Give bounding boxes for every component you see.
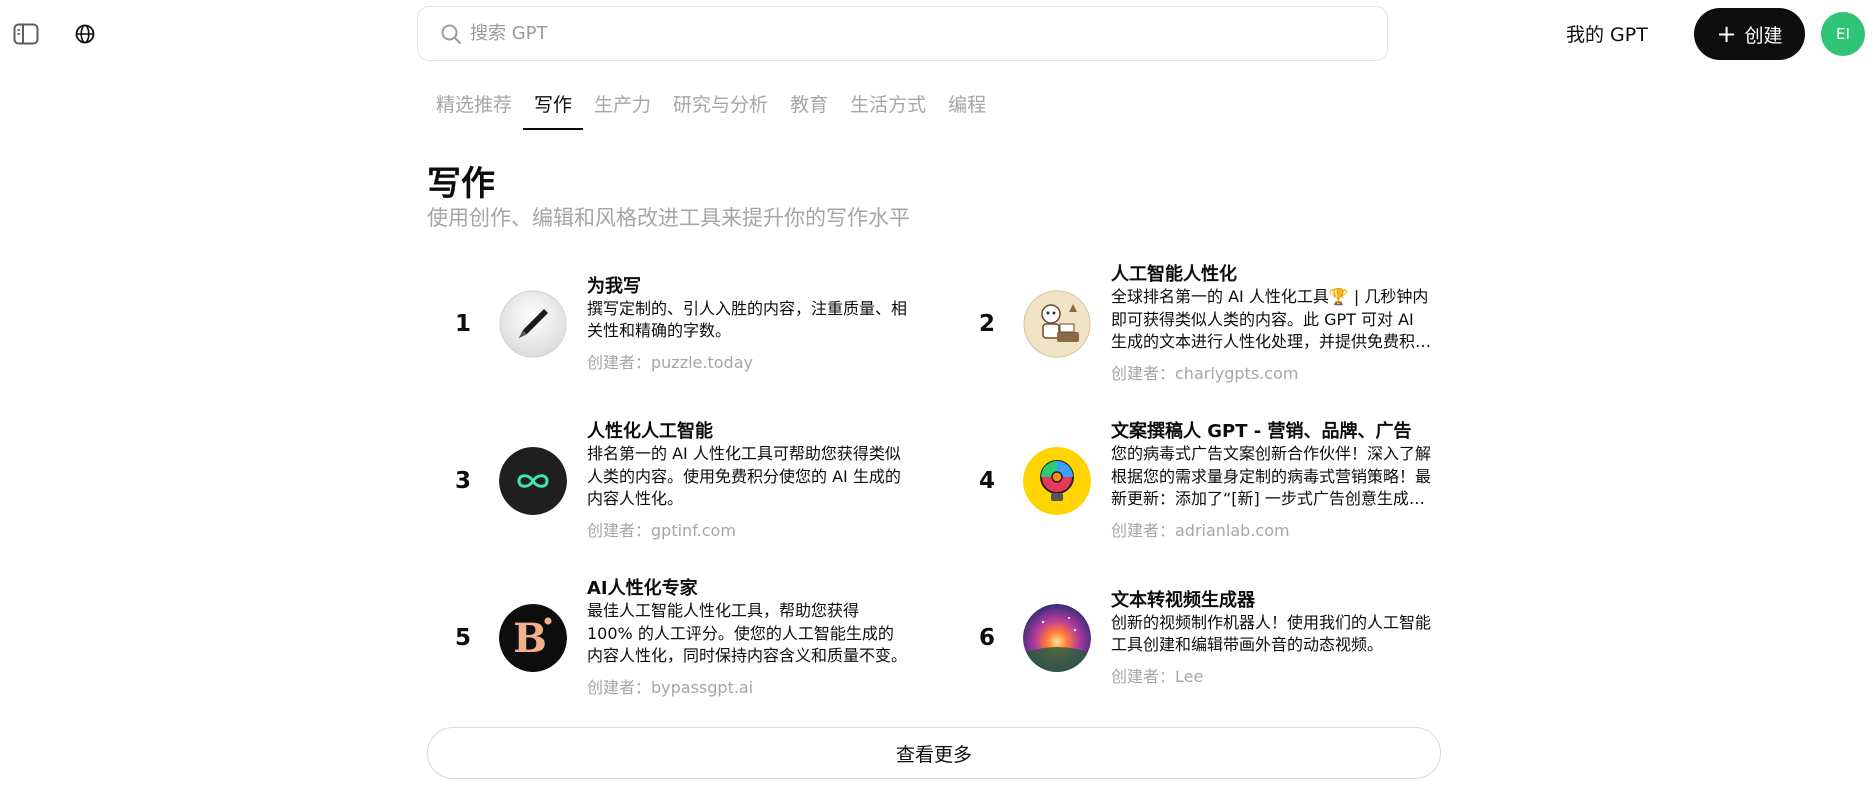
- my-gpt-link[interactable]: 我的 GPT: [1566, 20, 1648, 47]
- top-bar: 我的 GPT + 创建 EI: [0, 0, 1876, 68]
- svg-text:B: B: [513, 615, 547, 662]
- lightbulb-icon: [1023, 447, 1091, 515]
- gpt-description: 创新的视频制作机器人！使用我们的人工智能工具创建和编辑带画外音的动态视频。: [1111, 612, 1432, 655]
- gpt-rank: 2: [978, 311, 995, 337]
- galaxy-icon: [1023, 604, 1091, 672]
- gpt-description: 您的病毒式广告文案创新合作伙伴！深入了解根据您的需求量身定制的病毒式营销策略！最…: [1111, 444, 1432, 509]
- see-more-button[interactable]: 查看更多: [427, 727, 1441, 779]
- search-bar[interactable]: [417, 6, 1388, 61]
- gpt-name: 文本转视频生成器: [1111, 589, 1255, 611]
- gpt-rank: 1: [454, 311, 471, 337]
- create-button-label: 创建: [1744, 24, 1783, 47]
- gpt-author: 创建者：charlygpts.com: [1111, 363, 1299, 383]
- gpt-name: 为我写: [587, 275, 641, 297]
- gpt-card[interactable]: 4 文案撰稿人 GPT - 营销、品牌、广告 您的病毒式广告文案创新合作伙伴！深…: [951, 421, 1441, 541]
- tab-research[interactable]: 研究与分析: [662, 90, 779, 130]
- page-title: 写作: [427, 164, 495, 204]
- tab-writing[interactable]: 写作: [523, 90, 584, 130]
- gpt-name: 文案撰稿人 GPT - 营销、品牌、广告: [1111, 421, 1412, 443]
- plus-icon: +: [1716, 20, 1737, 48]
- sidebar-icon: [13, 23, 39, 45]
- gpt-description: 撰写定制的、引人入胜的内容，注重质量、相关性和精确的字数。: [587, 298, 908, 341]
- letter-b-icon: B: [499, 604, 567, 672]
- gpt-author: 创建者：adrianlab.com: [1111, 520, 1290, 540]
- sidebar-toggle-button[interactable]: [8, 16, 44, 52]
- gpt-card[interactable]: 5 B AI人性化专家 最佳人工智能人性化工具，帮助您获得 100% 的人工评分…: [427, 578, 917, 698]
- gpt-author: 创建者：gptinf.com: [587, 520, 736, 540]
- tab-programming[interactable]: 编程: [937, 90, 997, 130]
- gpt-rank: 5: [454, 625, 471, 651]
- gpt-description: 排名第一的 AI 人性化工具可帮助您获得类似人类的内容。使用免费积分使您的 AI…: [587, 444, 901, 509]
- gpt-description: 全球排名第一的 AI 人性化工具🏆 | 几秒钟内即可获得类似人类的内容。此 GP…: [1111, 287, 1429, 352]
- infinity-icon: [499, 447, 567, 515]
- gpt-card[interactable]: 2 人工智能人性化 全球排名第一的 AI 人性化工具🏆 | 几秒钟内即可获得类似…: [951, 264, 1441, 384]
- gpt-author: 创建者：bypassgpt.ai: [587, 677, 754, 697]
- gpt-author: 创建者：puzzle.today: [587, 352, 753, 372]
- gpt-name: 人性化人工智能: [587, 421, 713, 443]
- gpt-rank: 3: [454, 468, 471, 494]
- gpt-card[interactable]: 3 人性化人工智能 排名第一的 AI 人性化工具可帮助您获得类似人类的内容。使用…: [427, 421, 917, 541]
- pen-icon: [499, 290, 567, 358]
- tab-education[interactable]: 教育: [779, 90, 839, 130]
- avatar[interactable]: EI: [1821, 12, 1865, 56]
- create-button[interactable]: + 创建: [1694, 8, 1805, 60]
- search-icon: [441, 24, 461, 44]
- gpt-rank: 4: [978, 468, 995, 494]
- gpt-author: 创建者：Lee: [1111, 666, 1204, 686]
- search-input[interactable]: [470, 23, 1350, 44]
- robot-writer-icon: [1023, 290, 1091, 358]
- gpt-card[interactable]: 6 文本转视频生成器 创新的视频制作机器人！使用我们的人工智能工具创建和编辑带画: [951, 578, 1441, 698]
- tab-productivity[interactable]: 生产力: [583, 90, 662, 130]
- gpt-description: 最佳人工智能人性化工具，帮助您获得 100% 的人工评分。使您的人工智能生成的内…: [587, 601, 908, 666]
- language-button[interactable]: [67, 16, 103, 52]
- gpt-name: AI人性化专家: [587, 578, 698, 600]
- category-tabs: 精选推荐 写作 生产力 研究与分析 教育 生活方式 编程: [425, 90, 997, 130]
- tab-lifestyle[interactable]: 生活方式: [839, 90, 937, 130]
- gpt-rank: 6: [978, 625, 995, 651]
- gpt-name: 人工智能人性化: [1111, 264, 1237, 286]
- page-subtitle: 使用创作、编辑和风格改进工具来提升你的写作水平: [427, 206, 910, 230]
- gpt-card[interactable]: 1 为我写 撰写定制的、引人入胜的内容，注重质量、相关性和精确的字数。 创建者：…: [427, 264, 917, 384]
- globe-icon: [75, 24, 95, 44]
- tab-featured[interactable]: 精选推荐: [425, 90, 523, 130]
